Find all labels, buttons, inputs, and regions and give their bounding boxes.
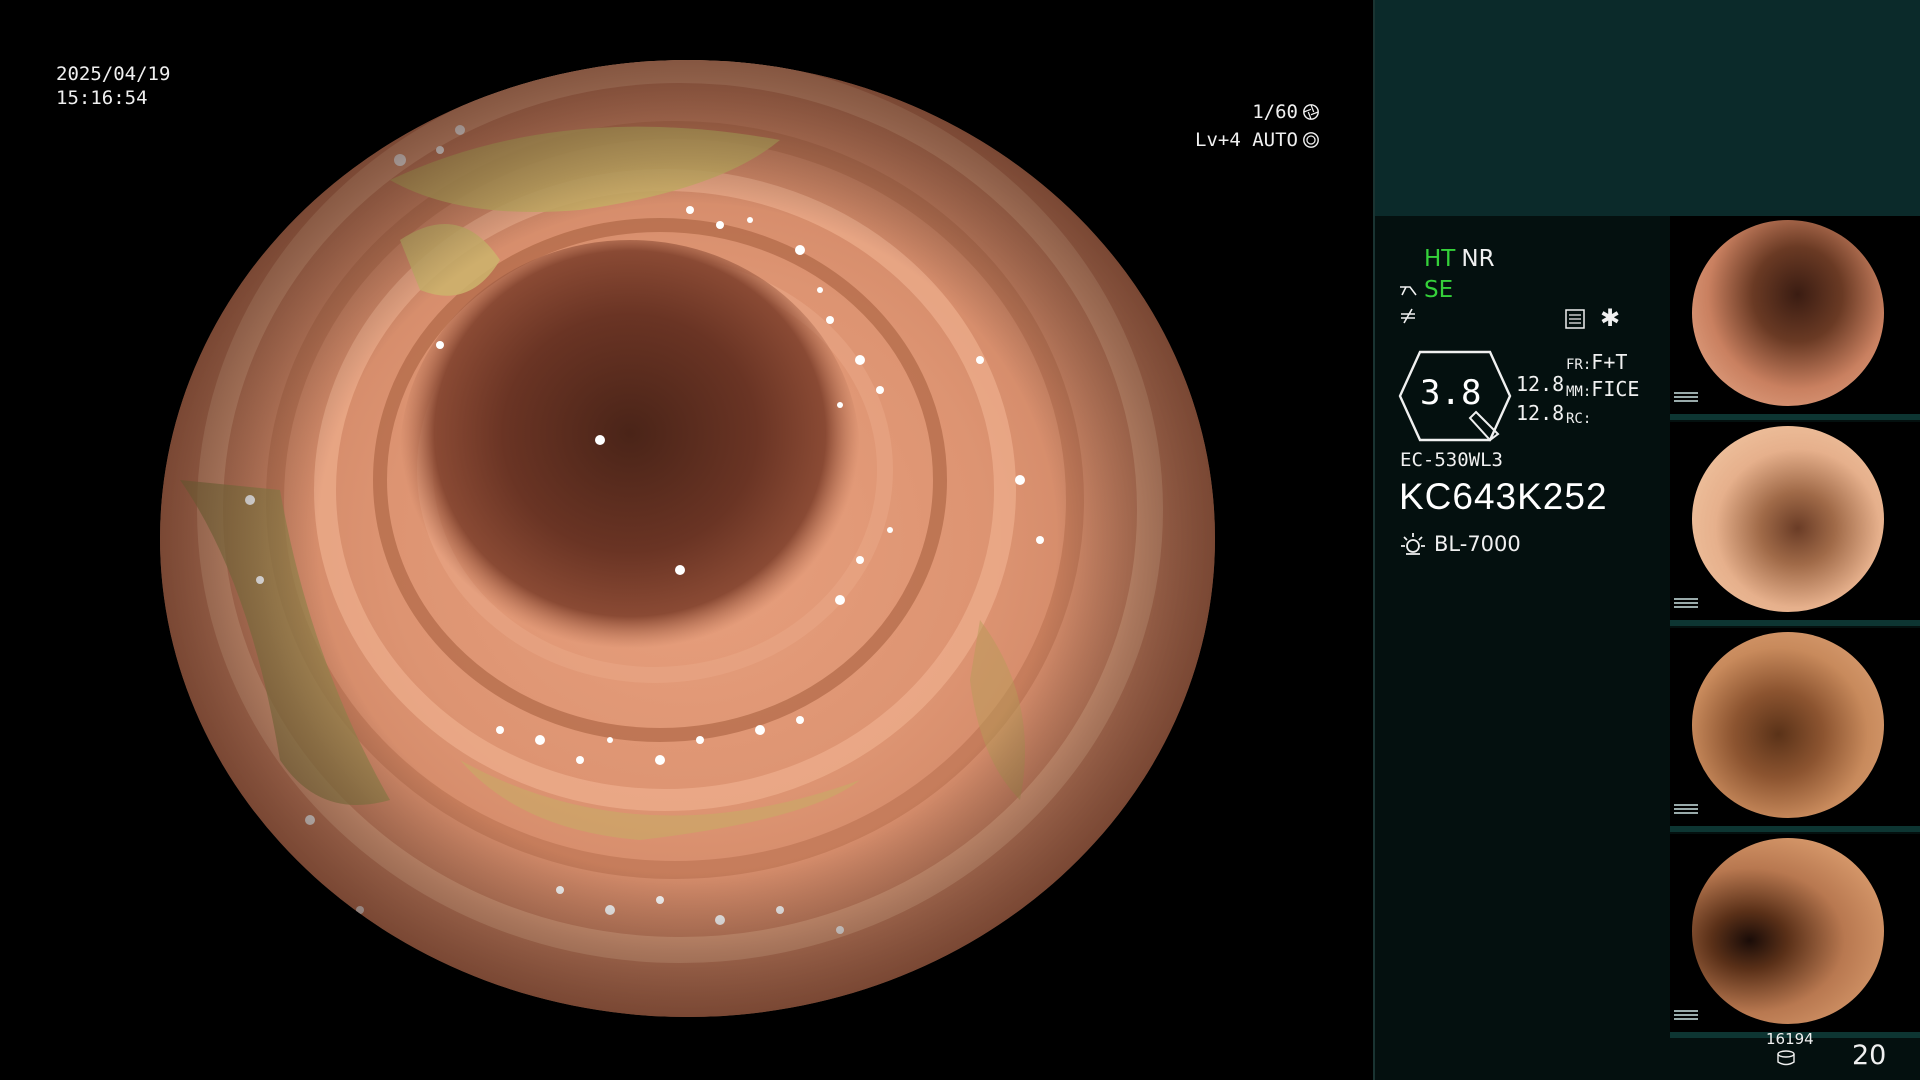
shutter-speed: 1/60 (1252, 101, 1298, 123)
shutter-icon (1303, 104, 1319, 120)
date: 2025/04/19 (56, 63, 171, 85)
thumbnail-label (1674, 598, 1698, 616)
light-source: BL-7000 (1400, 531, 1521, 557)
light-source-icon (1401, 533, 1425, 555)
nr-mode: NR (1461, 246, 1495, 272)
settings-icon (1565, 309, 1585, 329)
fr-key: FR: (1566, 357, 1592, 373)
asterisk-icon: ✱ (1600, 304, 1621, 332)
thumbnail-3[interactable] (1670, 628, 1920, 832)
freeze-icon (1401, 308, 1415, 324)
mode-indicators: HT NR SE (1398, 244, 1495, 326)
mm-key: MM: (1566, 384, 1592, 400)
thumbnail-strip (1670, 216, 1920, 1040)
scope-serial: KC643K252 (1399, 476, 1608, 517)
light-source-name: BL-7000 (1434, 532, 1521, 556)
thumbnail-label (1674, 392, 1698, 410)
capture-count: 20 (1852, 1040, 1887, 1071)
fr-value: F+T (1591, 350, 1628, 374)
endoscopy-screen: 2025/04/19 15:16:54 1/60 Lv+4 AUTO HT NR… (0, 0, 1920, 1080)
rc-key: RC: (1566, 411, 1592, 427)
thumbnail-4[interactable] (1670, 834, 1920, 1038)
iris-icon (1303, 132, 1319, 148)
zoom-value: 3.8 (1420, 373, 1482, 413)
processing-flags: FR:F+T MM:FICE RC: (1566, 350, 1639, 431)
scope-model: EC-530WL3 (1400, 449, 1503, 471)
timestamp: 2025/04/19 15:16:54 (56, 62, 170, 110)
readings: 12.8 12.8 (1516, 370, 1564, 428)
mm-value: FICE (1591, 377, 1640, 401)
exposure-readout: 1/60 Lv+4 AUTO (1120, 98, 1320, 154)
thumbnail-1[interactable] (1670, 216, 1920, 420)
ht-mode: HT (1424, 246, 1456, 272)
colon-lumen-render (160, 60, 1215, 1017)
thumbnail-label (1674, 1010, 1698, 1028)
se-mode: SE (1424, 277, 1454, 303)
storage-icon (1777, 1050, 1795, 1066)
reading-b: 12.8 (1516, 401, 1565, 425)
reading-a: 12.8 (1516, 372, 1565, 396)
image-count: 16194 (1766, 1030, 1814, 1048)
panel-header (1373, 0, 1920, 216)
thumbnail-label (1674, 804, 1698, 822)
time: 15:16:54 (56, 87, 148, 109)
structure-enhance-icon (1400, 285, 1417, 295)
exposure-level: Lv+4 AUTO (1195, 129, 1298, 151)
endoscope-image (160, 60, 1215, 1017)
panel-divider (1373, 0, 1375, 1080)
thumbnail-2[interactable] (1670, 422, 1920, 626)
